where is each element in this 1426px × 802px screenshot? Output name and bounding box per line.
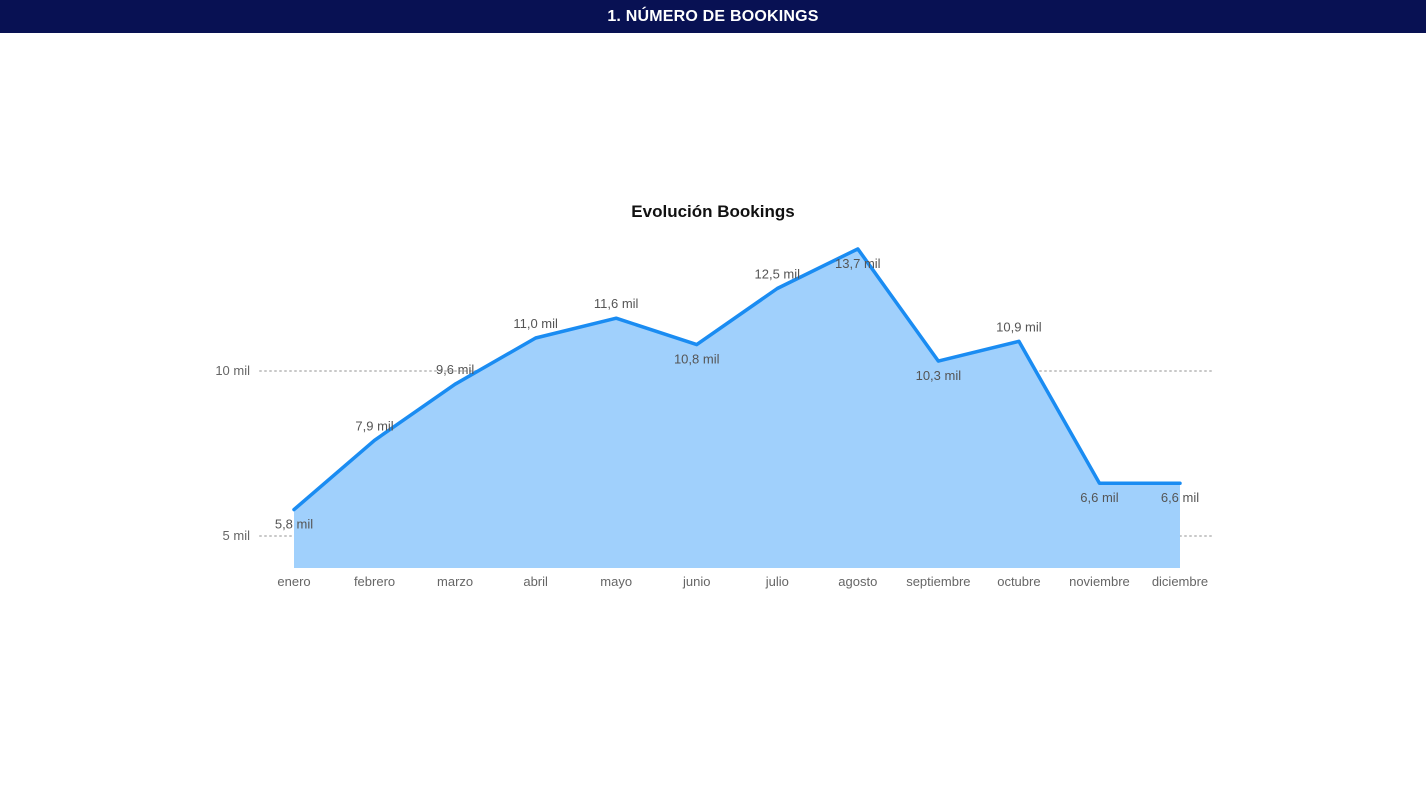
data-label: 12,5 mil bbox=[755, 267, 801, 282]
x-tick-label: febrero bbox=[354, 574, 395, 589]
page-header-bar: 1. NÚMERO DE BOOKINGS bbox=[0, 0, 1426, 33]
x-tick-label: junio bbox=[682, 574, 710, 589]
x-tick-label: mayo bbox=[600, 574, 632, 589]
data-label: 9,6 mil bbox=[436, 362, 474, 377]
page-header-title: 1. NÚMERO DE BOOKINGS bbox=[607, 7, 819, 25]
data-label: 13,7 mil bbox=[835, 256, 881, 271]
y-tick-label: 5 mil bbox=[223, 528, 251, 543]
series-area bbox=[294, 248, 1180, 568]
x-tick-label: octubre bbox=[997, 574, 1040, 589]
data-label: 6,6 mil bbox=[1080, 490, 1118, 505]
data-label: 7,9 mil bbox=[355, 418, 393, 433]
chart-title: Evolución Bookings bbox=[631, 202, 795, 221]
data-label: 5,8 mil bbox=[275, 517, 313, 532]
x-tick-label: diciembre bbox=[1152, 574, 1208, 589]
data-label: 10,3 mil bbox=[916, 368, 962, 383]
data-label: 11,0 mil bbox=[513, 316, 558, 331]
x-tick-label: marzo bbox=[437, 574, 473, 589]
y-tick-label: 10 mil bbox=[215, 363, 250, 378]
x-tick-label: agosto bbox=[838, 574, 877, 589]
x-tick-label: noviembre bbox=[1069, 574, 1130, 589]
chart-plot: 5 mil 10 mil 5,8 mil 7,9 mil 9,6 mil 11,0 mil… bbox=[215, 247, 1213, 589]
x-tick-label: abril bbox=[523, 574, 548, 589]
data-label: 11,6 mil bbox=[594, 296, 639, 311]
data-label: 10,9 mil bbox=[996, 319, 1042, 334]
x-tick-label: septiembre bbox=[906, 574, 970, 589]
bookings-chart: 5 mil 10 mil 5,8 mil 7,9 mil 9,6 mil 11,0 mil… bbox=[0, 190, 1426, 600]
data-label: 6,6 mil bbox=[1161, 490, 1199, 505]
data-label: 10,8 mil bbox=[674, 352, 720, 367]
x-tick-label: enero bbox=[277, 574, 310, 589]
x-tick-label: julio bbox=[765, 574, 789, 589]
